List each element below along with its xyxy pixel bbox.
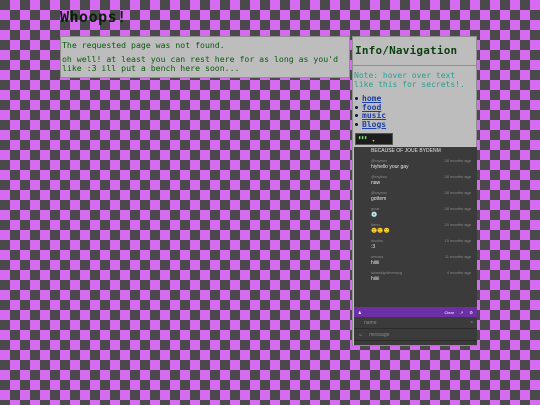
rest-message: oh well! at least you can rest here for …: [62, 54, 339, 73]
message-input[interactable]: message: [369, 332, 473, 338]
nav-link-blogs[interactable]: Blogs: [362, 120, 386, 129]
name-input[interactable]: name: [364, 320, 470, 326]
name-field[interactable]: name ×: [354, 317, 477, 329]
hover-note[interactable]: Note: hover over text like this for secr…: [353, 66, 476, 89]
chat-message: flenn 20 months ago 🙂🙂🙂: [371, 222, 471, 235]
chat-time: 28 months ago: [444, 206, 471, 211]
chat-widget: BECAUSE OF JOUE BYDENM @raybux 28 months …: [354, 147, 477, 345]
nav-item-blogs: Blogs: [355, 120, 476, 130]
chat-time: 28 months ago: [444, 190, 471, 195]
chat-message-text: 🙂🙂🙂: [371, 228, 390, 234]
nav-list: home food music Blogs: [353, 89, 476, 129]
chat-message: tobeskip4eversvg 4 months ago hiiiii: [371, 270, 471, 283]
smiley-icon[interactable]: ☺: [358, 332, 363, 338]
chat-message: @raybux 28 months ago hiyhello your gay: [371, 158, 471, 171]
chat-time: 15 months ago: [444, 238, 471, 243]
user-icon[interactable]: ♟: [358, 310, 362, 315]
chat-message: @raybux 28 months ago naw: [371, 174, 471, 187]
chat-message-text: :3: [371, 244, 376, 250]
chat-message-text: hiyhello your gay: [371, 164, 409, 170]
message-field[interactable]: ☺ message: [354, 329, 477, 341]
sidebar-title: Info/Navigation: [353, 37, 476, 66]
chat-time: 20 months ago: [444, 222, 471, 227]
chat-time: 28 months ago: [444, 158, 471, 163]
external-link-icon[interactable]: ↗: [460, 310, 463, 315]
chat-time: 4 months ago: [446, 270, 471, 275]
chat-message: medna 11 months ago hiiiii: [371, 254, 471, 267]
chat-toolbar: ♟ Clear ↗ ⚙: [354, 307, 477, 317]
chat-message: bluebo 15 months ago :3: [371, 238, 471, 251]
chat-message-text: naw: [371, 180, 381, 186]
close-icon[interactable]: ×: [470, 320, 473, 326]
not-found-message: The requested page was not found.: [62, 40, 225, 50]
chat-message: @raybux 28 months ago gottem: [371, 190, 471, 203]
pixel-badge[interactable]: ▮▮▮ ✦: [355, 133, 393, 145]
chat-message-text: hiiiii: [371, 276, 380, 282]
chat-message-text: 💿: [371, 212, 378, 218]
clear-button[interactable]: Clear: [444, 310, 454, 315]
chat-message-text: hiiiii: [371, 260, 380, 266]
chat-time: 28 months ago: [444, 174, 471, 179]
gear-icon[interactable]: ⚙: [469, 310, 473, 315]
chat-messages[interactable]: BECAUSE OF JOUE BYDENM @raybux 28 months …: [354, 147, 477, 307]
sidebar: Info/Navigation Note: hover over text li…: [352, 36, 477, 346]
page-title: Whoops!: [60, 8, 127, 26]
chat-message-text: BECAUSE OF JOUE BYDENM: [371, 148, 441, 154]
chat-message: BECAUSE OF JOUE BYDENM: [371, 148, 471, 155]
main-content-box: The requested page was not found. oh wel…: [60, 36, 350, 78]
chat-time: 11 months ago: [444, 254, 471, 259]
chat-message: guwi 28 months ago 💿: [371, 206, 471, 219]
chat-message-text: gottem: [371, 196, 387, 202]
